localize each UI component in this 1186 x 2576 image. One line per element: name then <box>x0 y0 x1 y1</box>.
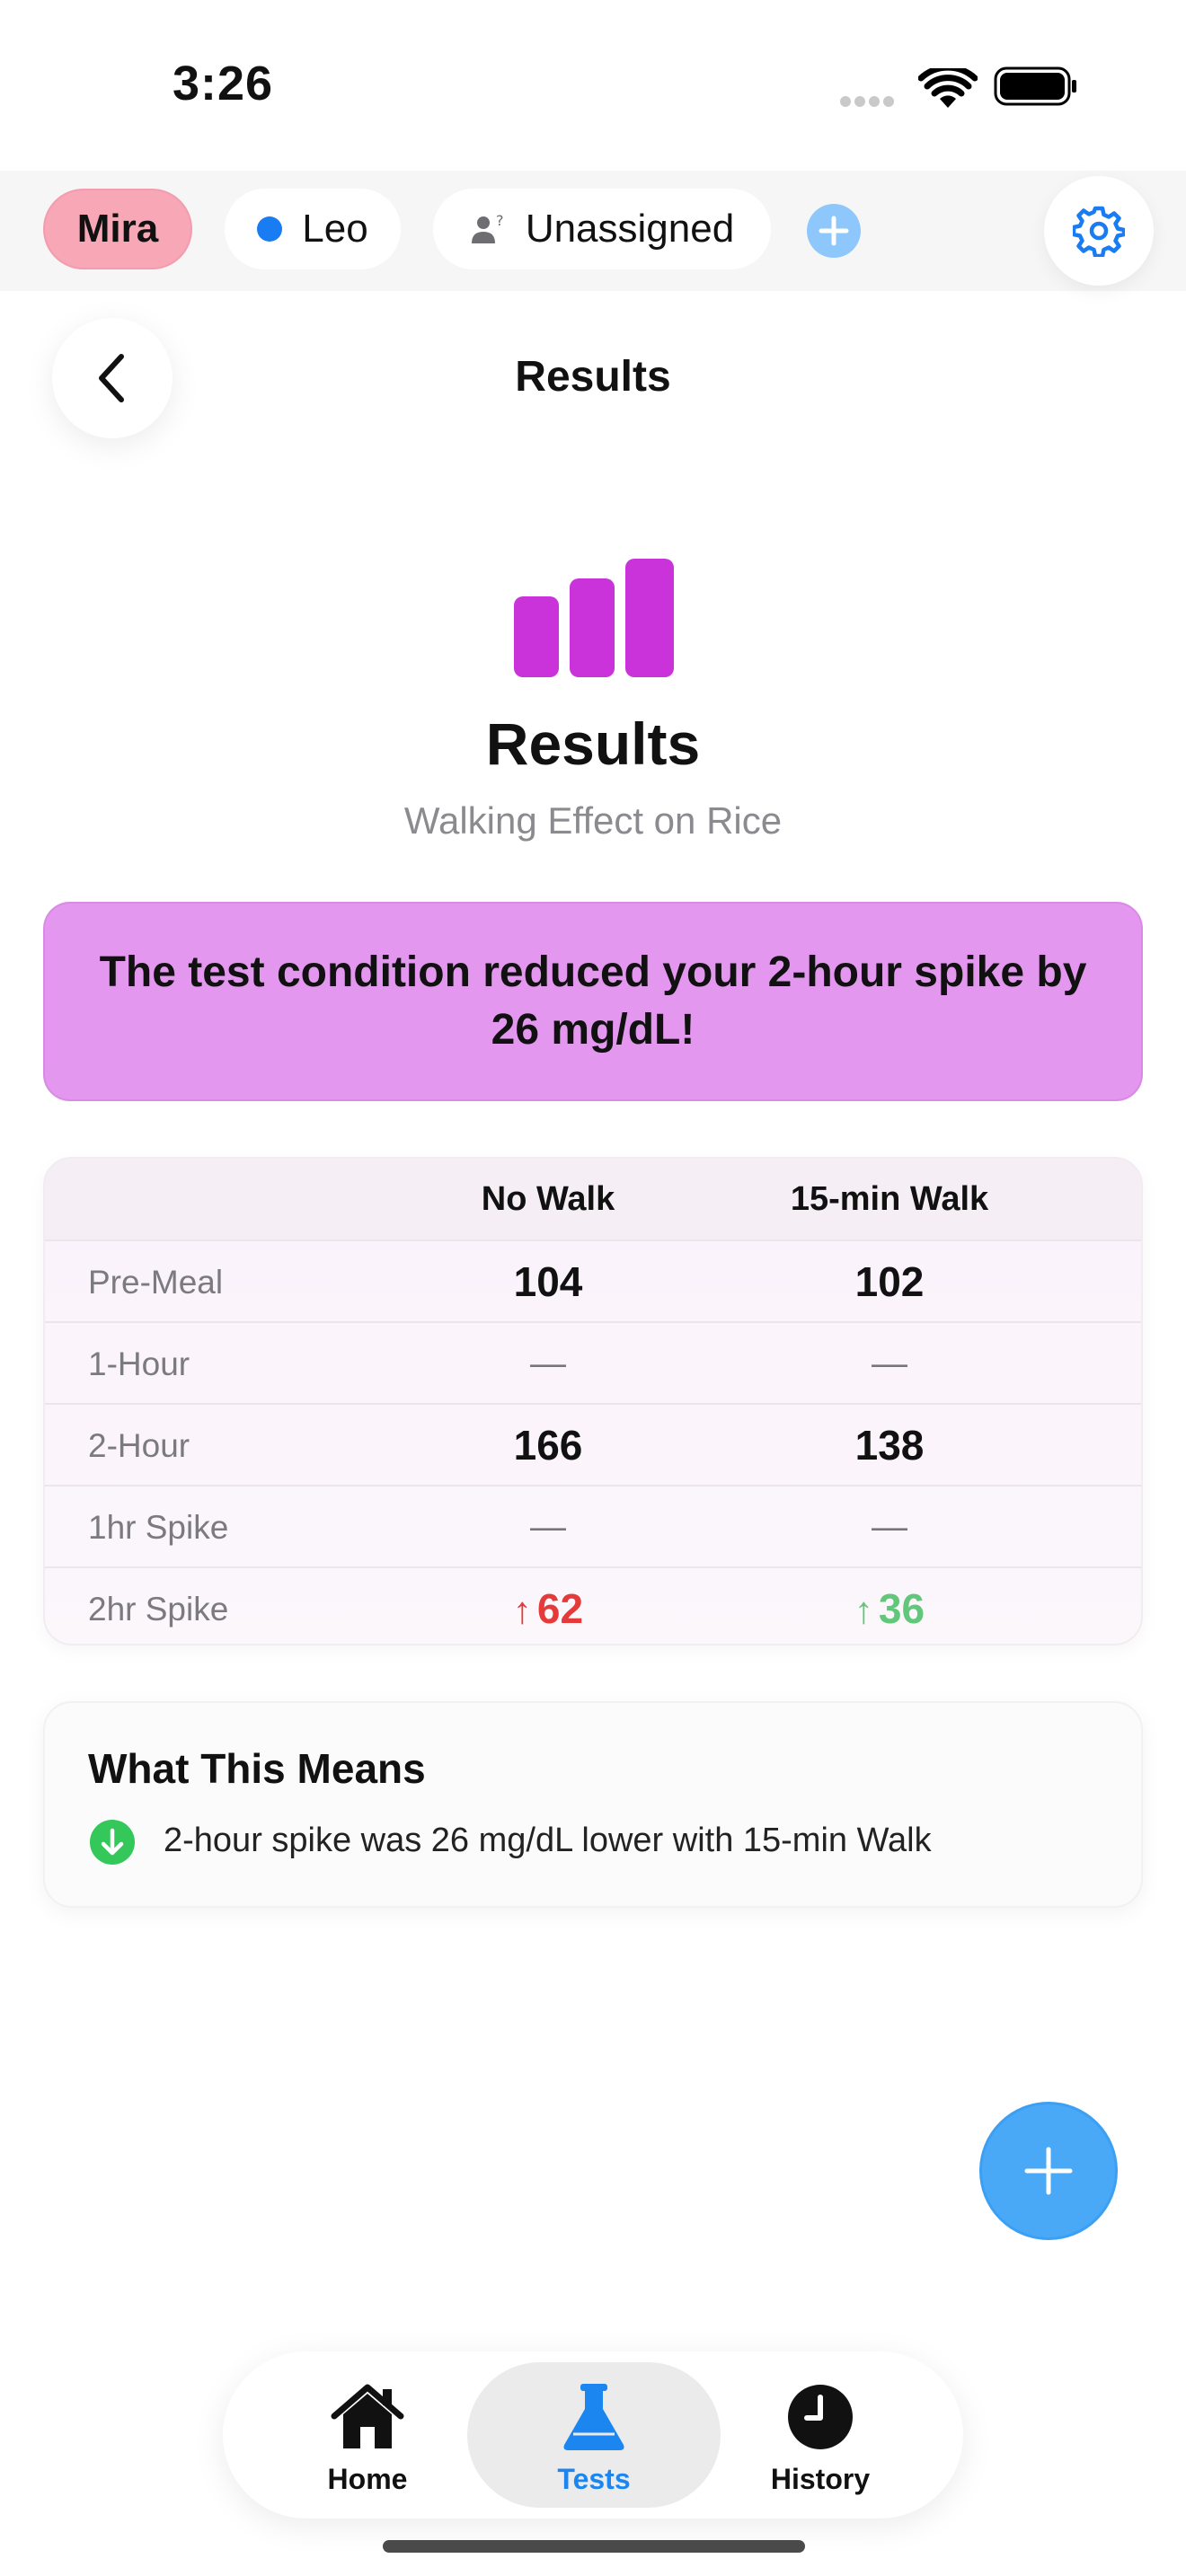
svg-text:?: ? <box>496 212 504 229</box>
add-profile-button[interactable] <box>807 204 861 258</box>
row-label: Pre-Meal <box>88 1264 224 1301</box>
status-bar: 3:26 <box>0 0 1186 171</box>
gear-icon <box>1073 206 1125 257</box>
row-label: 2-Hour <box>88 1427 190 1464</box>
means-text: 2-hour spike was 26 mg/dL lower with 15-… <box>164 1822 932 1859</box>
table-row: Pre-Meal 104 102 <box>45 1239 1141 1321</box>
tab-label: Tests <box>557 2463 631 2495</box>
tab-tests[interactable]: Tests <box>467 2362 721 2508</box>
column-header-15-min-walk: 15-min Walk <box>790 1180 989 1218</box>
cell-no-walk: 166 <box>513 1422 583 1469</box>
plus-icon <box>819 216 849 246</box>
page-subtitle: Walking Effect on Rice <box>403 799 783 842</box>
status-time: 3:26 <box>173 57 274 110</box>
settings-button[interactable] <box>1044 176 1154 286</box>
cell-15-min-walk: — <box>872 1344 907 1383</box>
cell-no-walk: — <box>530 1344 566 1383</box>
arrow-up-icon: ↑ <box>854 1589 873 1631</box>
table-row: 2-Hour 166 138 <box>45 1403 1141 1485</box>
what-this-means-card: What This Means 2-hour spike was 26 mg/d… <box>43 1701 1143 1908</box>
house-icon <box>331 2384 404 2448</box>
table-row: 2hr Spike ↑ 62 ↑ 36 <box>45 1566 1141 1644</box>
flask-icon <box>563 2384 624 2450</box>
profile-chip-label: Mira <box>76 207 159 251</box>
profile-chip-unassigned[interactable]: ? Unassigned <box>433 189 771 269</box>
profile-chip-leo[interactable]: Leo <box>225 189 401 269</box>
cell-15-min-walk: — <box>872 1507 907 1547</box>
profile-chip-label: Unassigned <box>525 207 735 251</box>
tab-home[interactable]: Home <box>241 2362 494 2508</box>
table-row: 1hr Spike — — <box>45 1485 1141 1566</box>
signal-icon <box>840 95 898 111</box>
profile-chip-mira[interactable]: Mira <box>43 189 192 269</box>
clock-icon <box>788 2385 853 2449</box>
column-header-no-walk: No Walk <box>481 1180 615 1218</box>
cell-15-min-walk: 138 <box>854 1422 925 1469</box>
row-label: 2hr Spike <box>88 1591 229 1628</box>
battery-icon <box>994 66 1076 106</box>
person-question-icon: ? <box>471 212 504 243</box>
wifi-icon <box>918 68 978 108</box>
cell-15-min-walk: ↑ 36 <box>800 1568 979 1644</box>
plus-icon <box>1024 2147 1073 2195</box>
tab-history[interactable]: History <box>694 2362 947 2508</box>
arrow-up-icon: ↑ <box>512 1589 532 1631</box>
table-header: No Walk 15-min Walk <box>45 1159 1141 1239</box>
nav-title: Results <box>515 353 671 401</box>
tab-label: Home <box>327 2463 408 2495</box>
means-title: What This Means <box>88 1745 426 1792</box>
add-test-button[interactable] <box>979 2102 1118 2240</box>
arrow-down-circle-icon <box>90 1820 135 1865</box>
cell-no-walk: ↑ 62 <box>458 1568 638 1644</box>
cell-no-walk: 104 <box>513 1258 583 1305</box>
table-row: 1-Hour — — <box>45 1321 1141 1403</box>
spike-value: 62 <box>536 1585 584 1632</box>
home-indicator <box>383 2540 805 2553</box>
bar-chart-icon <box>514 559 674 677</box>
profile-chip-label: Leo <box>302 207 368 251</box>
profile-bar: Mira Leo ? Unassigned <box>0 171 1186 291</box>
cell-15-min-walk: 102 <box>854 1258 925 1305</box>
results-table: No Walk 15-min Walk Pre-Meal 104 102 1-H… <box>43 1157 1143 1645</box>
tab-label: History <box>770 2463 871 2495</box>
row-label: 1hr Spike <box>88 1509 229 1546</box>
page-title: Results <box>485 710 701 777</box>
result-banner: The test condition reduced your 2-hour s… <box>43 902 1143 1101</box>
row-label: 1-Hour <box>88 1345 190 1382</box>
cell-no-walk: — <box>530 1507 566 1547</box>
result-banner-text: The test condition reduced your 2-hour s… <box>99 948 1087 1054</box>
profile-color-dot <box>257 216 283 242</box>
spike-value: 36 <box>878 1585 925 1632</box>
tab-bar: Home Tests History <box>223 2351 963 2519</box>
